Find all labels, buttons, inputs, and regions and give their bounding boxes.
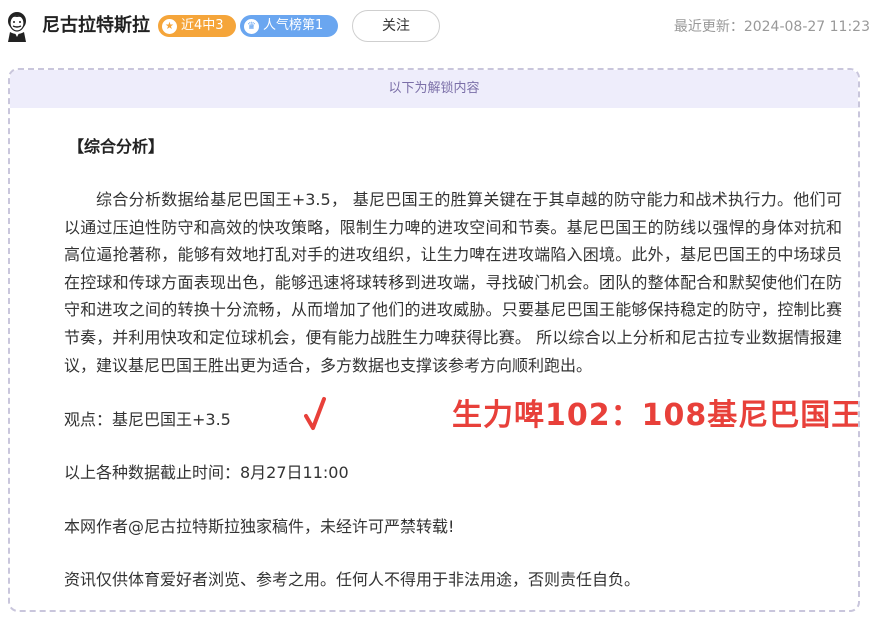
section-title: 【综合分析】 bbox=[68, 137, 165, 156]
popularity-rank-badge: ♛ 人气榜第1 bbox=[240, 15, 338, 37]
author-name[interactable]: 尼古拉特斯拉 bbox=[42, 14, 150, 38]
unlock-banner: 以下为解锁内容 bbox=[10, 70, 858, 108]
star-icon: ★ bbox=[162, 18, 177, 34]
recent-record-badge: ★ 近4中3 bbox=[158, 15, 236, 37]
last-updated-text: 最近更新：2024-08-27 11:23 bbox=[673, 19, 870, 35]
popularity-rank-label: 人气榜第1 bbox=[263, 18, 324, 33]
follow-button[interactable]: 关注 bbox=[352, 10, 440, 42]
author-header: 尼古拉特斯拉 ★ 近4中3 ♛ 人气榜第1 关注 最近更新：2024-08-27… bbox=[0, 0, 876, 56]
unlocked-content-card: 以下为解锁内容 【综合分析】 综合分析数据给基尼巴国王+3.5， 基尼巴国王的胜… bbox=[8, 68, 860, 612]
viewpoint-text: 观点：基尼巴国王+3.5 bbox=[64, 410, 231, 429]
disclaimer-text: 资讯仅供体育爱好者浏览、参考之用。任何人不得用于非法用途，否则责任自负。 bbox=[64, 570, 641, 589]
recent-record-label: 近4中3 bbox=[181, 18, 224, 33]
crown-icon: ♛ bbox=[244, 18, 259, 34]
author-avatar[interactable] bbox=[4, 10, 30, 42]
red-checkmark-icon bbox=[304, 397, 326, 430]
copyright-notice: 本网作者@尼古拉特斯拉独家稿件，未经许可严禁转载! bbox=[64, 517, 455, 536]
analysis-paragraph: 综合分析数据给基尼巴国王+3.5， 基尼巴国王的胜算关键在于其卓越的防守能力和战… bbox=[64, 190, 842, 375]
data-cutoff-time: 以上各种数据截止时间：8月27日11:00 bbox=[64, 463, 349, 482]
final-score: 生力啤102：108基尼巴国王 bbox=[452, 398, 860, 433]
